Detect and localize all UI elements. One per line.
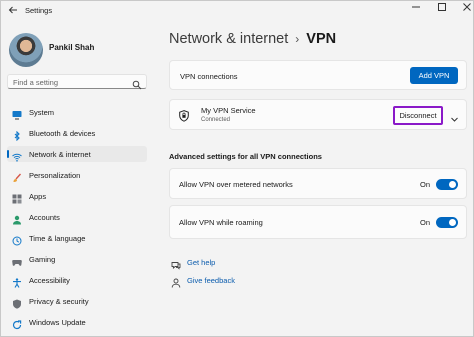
sidebar-item-accounts[interactable]: Accounts	[7, 209, 147, 225]
search-icon	[132, 77, 142, 90]
bluetooth-icon	[12, 128, 22, 142]
sidebar-item-label: Windows Update	[29, 318, 86, 327]
sidebar-item-privacy[interactable]: Privacy & security	[7, 293, 147, 309]
sidebar-item-label: Apps	[29, 192, 47, 201]
chevron-down-icon[interactable]	[450, 111, 459, 122]
avatar[interactable]	[9, 33, 43, 67]
sidebar-item-network[interactable]: Network & internet	[7, 146, 147, 162]
wifi-icon	[12, 149, 22, 162]
shield-icon	[12, 296, 22, 309]
sidebar-item-label: Privacy & security	[29, 297, 89, 306]
monitor-icon	[12, 107, 22, 120]
sidebar-item-apps[interactable]: Apps	[7, 188, 147, 204]
add-vpn-button[interactable]: Add VPN	[410, 67, 458, 84]
feedback-icon	[171, 275, 181, 288]
breadcrumb: Network & internet › VPN	[169, 31, 336, 47]
advanced-settings-heading: Advanced settings for all VPN connection…	[169, 152, 322, 161]
page-title: VPN	[306, 31, 337, 47]
sidebar-item-bluetooth[interactable]: Bluetooth & devices	[7, 125, 147, 142]
title-bar: Settings	[1, 1, 473, 21]
user-name: Pankil Shah	[49, 43, 95, 52]
sidebar-item-system[interactable]: System	[7, 104, 147, 120]
sidebar-item-label: Personalization	[29, 171, 81, 180]
sidebar-item-label: Time & language	[29, 234, 86, 243]
vpn-connections-label: VPN connections	[180, 72, 238, 81]
shield-icon	[179, 109, 189, 122]
sidebar-item-personalization[interactable]: Personalization	[7, 167, 147, 183]
sidebar-item-label: Gaming	[29, 255, 56, 264]
sidebar-item-gaming[interactable]: Gaming	[7, 251, 147, 267]
apps-grid-icon	[12, 191, 22, 204]
back-arrow-icon[interactable]	[7, 4, 19, 16]
metered-setting-label: Allow VPN over metered networks	[179, 180, 293, 189]
selection-indicator	[7, 150, 9, 158]
sidebar-item-label: Accounts	[29, 213, 60, 222]
roaming-toggle-state: On	[420, 218, 431, 227]
vpn-service-card[interactable]: My VPN Service Connected Disconnect	[169, 99, 467, 130]
breadcrumb-parent-link[interactable]: Network & internet	[169, 31, 288, 47]
disconnect-button[interactable]: Disconnect	[393, 106, 443, 125]
settings-window: Settings Pankil Shah Find a setting Syst…	[0, 0, 474, 337]
toggle-knob	[449, 181, 456, 188]
give-feedback-link[interactable]: Give feedback	[187, 276, 235, 285]
sidebar-item-windows-update[interactable]: Windows Update	[7, 314, 147, 330]
close-button[interactable]	[456, 2, 474, 16]
sidebar-item-label: System	[29, 108, 55, 117]
metered-toggle-state: On	[420, 180, 431, 189]
metered-toggle[interactable]	[436, 179, 458, 190]
clock-globe-icon	[12, 233, 22, 246]
sidebar-item-accessibility[interactable]: Accessibility	[7, 272, 147, 288]
sidebar-item-label: Bluetooth & devices	[29, 129, 96, 138]
refresh-icon	[12, 317, 22, 330]
accessibility-icon	[12, 275, 22, 288]
person-icon	[12, 212, 22, 225]
brush-icon	[12, 170, 22, 182]
help-icon	[171, 257, 181, 270]
breadcrumb-chevron-icon: ›	[295, 32, 300, 46]
sidebar-item-label: Accessibility	[29, 276, 70, 285]
maximize-button[interactable]	[431, 2, 453, 16]
gamepad-icon	[12, 254, 22, 266]
get-help-link[interactable]: Get help	[187, 258, 215, 267]
toggle-knob	[449, 219, 456, 226]
sidebar-item-label: Network & internet	[29, 150, 91, 159]
roaming-setting-label: Allow VPN while roaming	[179, 218, 263, 227]
app-title: Settings	[25, 6, 53, 15]
vpn-service-name: My VPN Service	[201, 106, 256, 115]
search-input[interactable]: Find a setting	[7, 74, 147, 90]
vpn-connection-status: Connected	[201, 117, 231, 123]
minimize-button[interactable]	[405, 2, 427, 16]
sidebar-item-time-language[interactable]: Time & language	[7, 230, 147, 246]
search-placeholder: Find a setting	[13, 78, 59, 87]
metered-setting-card: Allow VPN over metered networks On	[169, 168, 467, 199]
roaming-toggle[interactable]	[436, 217, 458, 228]
roaming-setting-card: Allow VPN while roaming On	[169, 205, 467, 239]
